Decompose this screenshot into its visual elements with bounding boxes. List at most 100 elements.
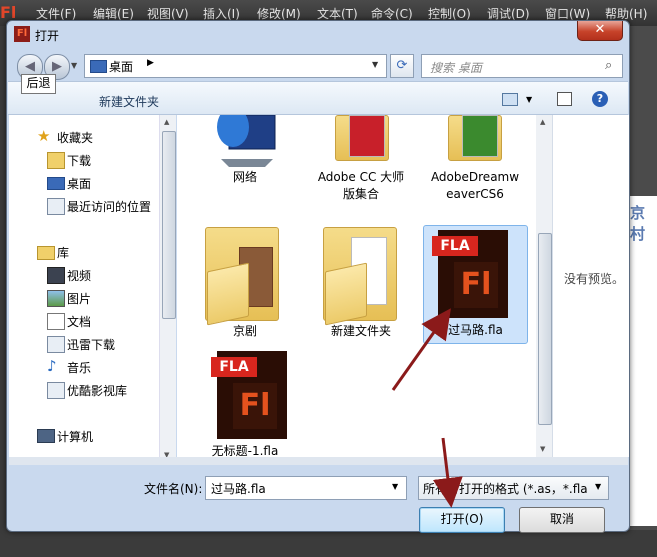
app-stage: 京村 xyxy=(628,26,657,557)
filename-dropdown-icon[interactable]: ▼ xyxy=(392,482,398,491)
file-type-value[interactable]: 所有可打开的格式 (*.as，*.fla xyxy=(423,480,591,497)
file-item-network[interactable]: 网络 xyxy=(195,115,295,205)
folder-front xyxy=(207,262,249,326)
nav-computer[interactable]: 计算机 xyxy=(9,426,159,446)
nav-item-videos[interactable]: 视频 xyxy=(9,265,159,285)
libraries-icon xyxy=(37,246,55,260)
files-scrollbar[interactable]: ▲ ▼ xyxy=(536,115,552,457)
search-icon[interactable]: ⌕ xyxy=(605,58,612,73)
view-dropdown-icon[interactable]: ▼ xyxy=(526,95,532,104)
file-item-adobe-cc[interactable]: Adobe CC 大师 版集合 xyxy=(307,115,415,205)
nav-scrollbar[interactable]: ▲ ▼ xyxy=(159,115,176,463)
file-name: 京剧 xyxy=(232,324,257,338)
recent-locations-dropdown[interactable]: ▼ xyxy=(71,61,77,70)
filename-input[interactable]: 过马路.fla ▼ xyxy=(205,476,407,500)
desktop-icon xyxy=(47,177,65,190)
app-bottom-panel xyxy=(0,530,657,557)
filename-label: 文件名(N): xyxy=(144,482,203,496)
nav-item-label: 音乐 xyxy=(67,361,92,375)
files-scroll-thumb[interactable] xyxy=(538,233,552,425)
dreamweaver-logo-page xyxy=(462,115,498,157)
star-icon: ★ xyxy=(37,127,51,145)
fla-badge: Fl xyxy=(454,262,498,308)
search-placeholder: 搜索 桌面 xyxy=(430,61,482,75)
folder-front xyxy=(325,262,367,326)
file-list: 网络 Adobe CC 大师 版集合 AdobeDreamw eaverCS6 … xyxy=(177,115,536,458)
nav-favorites[interactable]: ★ 收藏夹 xyxy=(9,127,159,147)
address-dropdown-icon[interactable]: ▼ xyxy=(372,60,378,69)
file-item-new-folder[interactable]: 新建文件夹 xyxy=(307,227,415,338)
file-item-guomalu[interactable]: FLA Fl 过马路.fla xyxy=(423,225,528,344)
file-name-line2: 版集合 xyxy=(342,187,379,201)
breadcrumb-chevron-icon[interactable]: ▶ xyxy=(147,58,154,68)
pictures-icon xyxy=(47,290,65,307)
file-type-dropdown-icon[interactable]: ▼ xyxy=(595,482,601,491)
desktop-icon xyxy=(90,60,107,73)
preview-pane-icon[interactable] xyxy=(557,92,572,106)
nav-scroll-thumb[interactable] xyxy=(162,131,176,319)
navigation-pane: ★ 收藏夹 下载 桌面 最近访问的位置 库 视频 图片 文档 迅雷下载 ♪ 音乐… xyxy=(9,115,159,463)
refresh-button[interactable]: ⟳ xyxy=(390,54,414,78)
dialog-title: 打开 xyxy=(35,29,60,43)
file-name-line2: eaverCS6 xyxy=(446,187,504,201)
nav-item-label: 下载 xyxy=(67,154,92,168)
file-name: Adobe CC 大师 xyxy=(317,170,405,184)
nav-item-xunlei[interactable]: 迅雷下载 xyxy=(9,334,159,354)
nav-item-label: 优酷影视库 xyxy=(67,384,128,398)
nav-item-label: 迅雷下载 xyxy=(67,338,116,352)
xunlei-download-icon xyxy=(47,336,65,353)
stage-document: 京村 xyxy=(628,196,657,526)
file-type-select[interactable]: 所有可打开的格式 (*.as，*.fla ▼ xyxy=(418,476,609,500)
close-button[interactable]: ✕ xyxy=(577,21,623,41)
computer-icon xyxy=(37,429,55,443)
nav-favorites-label: 收藏夹 xyxy=(57,131,94,145)
stage-text: 京村 xyxy=(630,204,646,243)
nav-item-label: 最近访问的位置 xyxy=(67,200,152,214)
file-name: 过马路.fla xyxy=(448,323,503,337)
flash-app-icon: Fl xyxy=(14,26,30,42)
fla-tab-label: FLA xyxy=(211,357,257,377)
nav-libraries[interactable]: 库 xyxy=(9,242,159,262)
horizontal-divider xyxy=(9,457,628,465)
back-tooltip: 后退 xyxy=(21,74,56,94)
scroll-up-icon[interactable]: ▲ xyxy=(540,118,545,126)
file-name: 新建文件夹 xyxy=(330,324,391,338)
file-item-untitled[interactable]: FLA Fl 无标题-1.fla xyxy=(195,347,295,458)
file-item-dreamweaver[interactable]: AdobeDreamw eaverCS6 xyxy=(422,115,528,205)
scroll-down-icon[interactable]: ▼ xyxy=(540,445,545,453)
nav-item-label: 视频 xyxy=(67,269,92,283)
file-name: 网络 xyxy=(232,170,257,184)
help-icon[interactable]: ? xyxy=(592,91,608,107)
nav-item-youku[interactable]: 优酷影视库 xyxy=(9,380,159,400)
nav-item-downloads[interactable]: 下载 xyxy=(9,150,159,170)
address-location[interactable]: 桌面 xyxy=(109,58,133,75)
scroll-up-icon[interactable]: ▲ xyxy=(164,118,169,126)
nav-item-label: 桌面 xyxy=(67,177,92,191)
nav-item-desktop[interactable]: 桌面 xyxy=(9,173,159,193)
open-dialog: Fl 打开 ✕ ◀ ▶ ▼ 桌面 ▶ ▼ ⟳ 搜索 桌面 ⌕ 新建文件夹 ▼ ?… xyxy=(6,20,630,533)
preview-pane: 没有预览。 xyxy=(552,115,629,457)
nav-computer-label: 计算机 xyxy=(57,430,94,444)
filename-value[interactable]: 过马路.fla xyxy=(211,480,266,497)
fla-tab-label: FLA xyxy=(432,236,478,256)
fla-badge: Fl xyxy=(233,383,277,429)
file-item-jingju[interactable]: 京剧 xyxy=(195,227,295,338)
cancel-button[interactable]: 取消 xyxy=(519,507,605,533)
nav-item-music[interactable]: ♪ 音乐 xyxy=(9,357,159,377)
nav-item-pictures[interactable]: 图片 xyxy=(9,288,159,308)
nav-item-recent[interactable]: 最近访问的位置 xyxy=(9,196,159,216)
new-folder-button[interactable]: 新建文件夹 xyxy=(99,93,159,110)
dialog-titlebar[interactable]: Fl 打开 ✕ xyxy=(7,21,629,49)
file-name: AdobeDreamw xyxy=(430,170,520,184)
nav-item-documents[interactable]: 文档 xyxy=(9,311,159,331)
nav-libraries-label: 库 xyxy=(57,246,70,260)
address-bar[interactable]: 桌面 ▶ ▼ xyxy=(84,54,387,78)
view-options-icon[interactable] xyxy=(502,93,518,106)
open-button[interactable]: 打开(O) xyxy=(419,507,505,533)
recent-places-icon xyxy=(47,198,65,215)
network-icon xyxy=(217,115,276,167)
nav-item-label: 文档 xyxy=(67,315,92,329)
adobe-logo-page xyxy=(349,115,385,157)
search-input[interactable]: 搜索 桌面 ⌕ xyxy=(421,54,623,78)
music-icon: ♪ xyxy=(47,357,57,375)
